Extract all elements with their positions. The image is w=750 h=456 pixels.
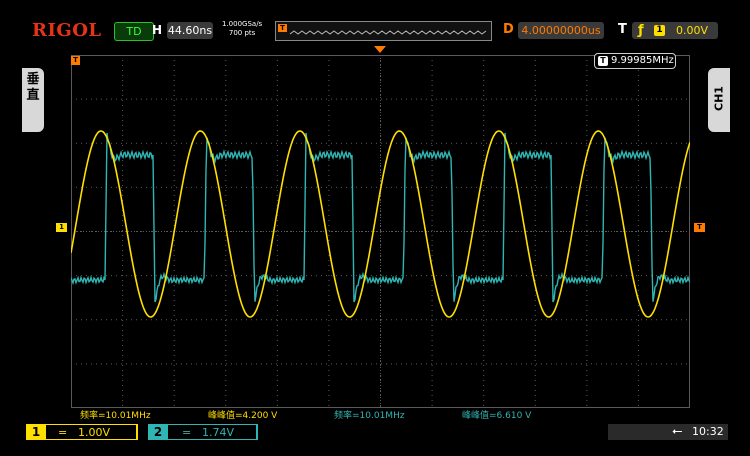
trigger-time-marker: T [71,56,80,65]
usb-icon: ⭠ [672,424,683,439]
delay-label: D [503,22,514,37]
channel-2-coupling: = [182,426,192,439]
measurement-ch1-vpp: 峰峰值=4.200 V [208,411,278,421]
top-status-bar: RIGOL TD H 44.60ns 1.000GSa/s 700 pts T … [22,18,728,44]
graticule [71,55,690,408]
vertical-menu-tab[interactable]: 垂 直 [22,68,44,132]
horizontal-label: H [152,23,163,37]
frequency-counter: T 9.99985MHz [594,53,676,69]
channel-2-settings: = 1.74V [168,425,256,439]
channel-2-number: 2 [153,425,163,439]
channel-2-scale: 1.74V [202,426,235,439]
trigger-level: 0.00V [676,24,709,37]
measurement-bar: 频率=10.01MHz 峰峰值=4.200 V 频率=10.01MHz 峰峰值=… [72,408,690,421]
bottom-status-bar: 1 = 1.00V 2 = 1.74V ⭠ 10:32 [22,422,728,442]
trigger-source: 1 [654,25,665,36]
run-state-indicator[interactable]: TD [114,22,154,41]
trigger-settings[interactable]: ƒ 1 0.00V [632,22,718,39]
channel-1-indicator[interactable]: 1 = 1.00V [26,424,138,440]
channel-1-coupling: = [58,426,68,439]
channel-1-number: 1 [26,424,46,440]
channel-2-indicator[interactable]: 2 = 1.74V [148,424,258,440]
counter-value: 9.99985MHz [611,55,674,66]
system-status: ⭠ 10:32 [608,424,728,440]
acquisition-info: 1.000GSa/s 700 pts [222,20,262,38]
brand-logo: RIGOL [32,20,102,41]
timebase-value[interactable]: 44.60ns [167,22,213,39]
rising-edge-icon: ƒ [638,23,644,38]
vertical-tab-label: 垂 直 [26,72,40,103]
counter-badge: T [598,56,608,66]
channel-1-scale: 1.00V [78,426,111,439]
ch1-offset-marker[interactable]: 1 [56,223,67,232]
channel-1-settings: = 1.00V [46,425,136,439]
measurement-ch2-vpp: 峰峰值=6.610 V [462,411,532,421]
memory-depth: 700 pts [228,29,256,37]
oscilloscope-screen: RIGOL TD H 44.60ns 1.000GSa/s 700 pts T … [0,0,750,456]
trigger-label: T [618,22,627,37]
clock: 10:32 [692,425,724,438]
delay-value[interactable]: 4.00000000us [518,22,604,39]
sample-rate: 1.000GSa/s [222,20,263,28]
measurement-ch2-frequency: 频率=10.01MHz [334,411,405,421]
memory-overview[interactable]: T [275,21,492,41]
trigger-level-marker[interactable]: T [694,223,705,232]
measurement-ch1-frequency: 频率=10.01MHz [80,411,151,421]
channel-tab-label: CH1 [712,86,726,111]
center-time-arrow-icon [374,46,386,53]
channel-menu-tab[interactable]: CH1 [708,68,730,132]
memory-waveform-preview [289,30,487,35]
waveform-grid [71,55,690,408]
